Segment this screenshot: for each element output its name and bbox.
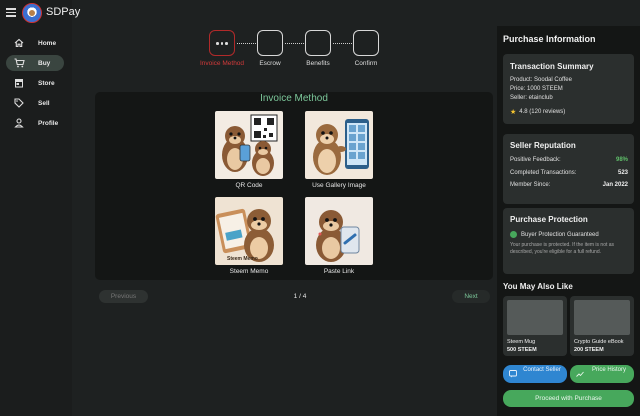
proceed-with-purchase-button[interactable]: Proceed with Purchase: [503, 390, 634, 407]
cart-icon: [12, 56, 26, 70]
option-label: Use Gallery Image: [312, 182, 366, 189]
option-label: QR Code: [235, 182, 263, 189]
reputation-row: Positive Feedback: 98%: [510, 157, 628, 163]
step-invoice-method[interactable]: [209, 30, 235, 56]
paste-link-illustration: [305, 197, 373, 265]
product-price: 500 STEEM: [507, 347, 537, 353]
rating-text: 4.8 (120 reviews): [519, 109, 566, 115]
badge-text: Buyer Protection Guaranteed: [521, 231, 599, 238]
option-paste-link[interactable]: Paste Link: [305, 197, 373, 275]
sidebar-item-buy[interactable]: Buy: [6, 55, 64, 71]
tag-icon: [12, 96, 26, 110]
option-qr-code[interactable]: QR Code: [215, 111, 283, 189]
sidebar-item-label: Buy: [38, 59, 51, 67]
step-benefits[interactable]: [305, 30, 331, 56]
shield-check-icon: [510, 231, 517, 238]
chat-icon: [509, 370, 517, 378]
option-label: Steem Memo: [229, 268, 269, 275]
step-connector: [333, 43, 352, 44]
protection-note: Your purchase is protected. If the item …: [510, 242, 615, 255]
contact-seller-button[interactable]: Contact Seller: [503, 365, 567, 383]
sidebar-item-label: Store: [38, 79, 55, 87]
trend-icon: [576, 370, 584, 378]
previous-button[interactable]: Previous: [99, 290, 148, 303]
option-use-gallery-image[interactable]: Use Gallery Image: [305, 111, 373, 189]
gallery-illustration: [305, 111, 373, 179]
row-label: Member Since:: [510, 182, 551, 188]
card-title: Seller Reputation: [510, 141, 576, 150]
transaction-summary-card: Transaction Summary Product: Soodal Coff…: [503, 54, 634, 124]
app-brand: SDPay: [46, 6, 81, 18]
purchase-protection-card: Purchase Protection Buyer Protection Gua…: [503, 208, 634, 274]
button-label: Price History: [591, 367, 626, 373]
button-label: Contact Seller: [523, 367, 561, 373]
steem-memo-image-text: Steem Memo: [227, 256, 258, 262]
page-indicator: 1 / 4: [293, 293, 307, 300]
protection-badge: Buyer Protection Guaranteed: [510, 231, 599, 238]
person-icon: [12, 116, 26, 130]
row-label: Positive Feedback:: [510, 157, 561, 163]
product-name: Crypto Guide eBook: [574, 339, 624, 345]
sidebar-item-sell[interactable]: Sell: [6, 95, 64, 111]
sidebar-item-home[interactable]: Home: [6, 35, 64, 51]
sidebar-item-label: Profile: [38, 119, 59, 127]
sidebar-item-store[interactable]: Store: [6, 75, 64, 91]
row-value: 523: [617, 170, 628, 176]
step-confirm[interactable]: [353, 30, 379, 56]
purchase-info-title: Purchase Information: [503, 34, 596, 44]
steem-memo-illustration: Steem Memo: [215, 197, 283, 265]
sidebar-item-label: Home: [38, 39, 57, 47]
product-name: Steem Mug: [507, 339, 536, 345]
seller-reputation-card: Seller Reputation Positive Feedback: 98%…: [503, 134, 634, 204]
summary-price: Price: 1000 STEEM: [510, 86, 563, 92]
row-value: 98%: [615, 157, 628, 163]
row-value: Jan 2022: [602, 182, 628, 188]
summary-seller: Seller: etainclub: [510, 95, 553, 101]
reputation-row: Completed Transactions: 523: [510, 170, 628, 176]
product-price: 200 STEEM: [574, 347, 604, 353]
product-thumbnail: [507, 300, 563, 335]
menu-icon[interactable]: [6, 8, 16, 17]
card-title: Transaction Summary: [510, 62, 594, 71]
store-icon: [12, 76, 26, 90]
step-connector: [285, 43, 304, 44]
panel-title: Invoice Method: [260, 93, 328, 104]
invoice-method-panel: Invoice Method QR Code Use Gallery Image…: [95, 92, 493, 280]
card-title: Purchase Protection: [510, 215, 588, 224]
option-label: Paste Link: [323, 268, 355, 275]
product-card[interactable]: Crypto Guide eBook 200 STEEM: [570, 296, 634, 356]
sdpay-logo: [22, 3, 42, 23]
home-icon: [12, 36, 26, 50]
row-label: Completed Transactions:: [510, 170, 577, 176]
option-steem-memo[interactable]: Steem Memo Steem Memo: [215, 197, 283, 275]
product-thumbnail: [574, 300, 630, 335]
step-label: Confirm: [354, 60, 378, 67]
price-history-button[interactable]: Price History: [570, 365, 634, 383]
step-escrow[interactable]: [257, 30, 283, 56]
star-icon: ★: [510, 109, 517, 116]
dots-icon: [216, 42, 228, 45]
also-like-title: You May Also Like: [503, 282, 573, 291]
summary-rating: ★ 4.8 (120 reviews): [510, 108, 565, 116]
product-card[interactable]: Steem Mug 500 STEEM: [503, 296, 567, 356]
sidebar-item-label: Sell: [38, 99, 50, 107]
summary-product: Product: Soodal Coffee: [510, 77, 572, 83]
sidebar-item-profile[interactable]: Profile: [6, 115, 64, 131]
qr-code-illustration: [215, 111, 283, 179]
next-button[interactable]: Next: [452, 290, 490, 303]
reputation-row: Member Since: Jan 2022: [510, 182, 628, 188]
step-connector: [237, 43, 256, 44]
